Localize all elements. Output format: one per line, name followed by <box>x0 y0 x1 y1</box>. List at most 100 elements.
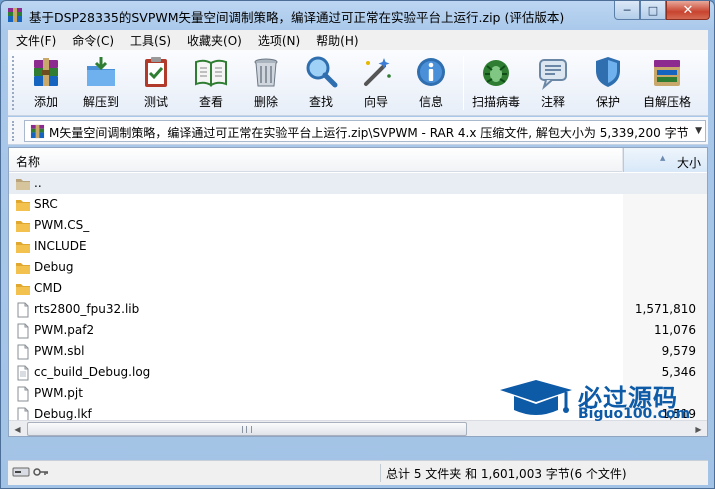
menu-tools[interactable]: 工具(S) <box>122 30 179 50</box>
toolbar: 添加 解压到 测试 查看 删除 查找 向导 信息 扫描病毒 注释 保护 自解压格 <box>8 50 708 116</box>
comment-label: 注释 <box>540 95 565 109</box>
drive-icon[interactable] <box>12 466 30 478</box>
info-label: 信息 <box>418 95 443 109</box>
status-summary: 总计 5 文件夹 和 1,601,003 字节(6 个文件) <box>386 467 627 481</box>
text-file-icon <box>17 365 29 381</box>
file-size: 9,579 <box>661 344 696 358</box>
table-row[interactable]: CMD <box>9 278 707 299</box>
watermark-logo: 必过源码 Biguo100.com <box>496 376 706 426</box>
file-name: cc_build_Debug.log <box>34 365 151 379</box>
table-row[interactable]: Debug <box>9 257 707 278</box>
window-title: 基于DSP28335的SVPWM矢量空间调制策略，编译通过可正常在实验平台上运行… <box>29 10 565 25</box>
file-icon <box>17 323 29 339</box>
table-row[interactable]: PWM.sbl 9,579 <box>9 341 707 362</box>
file-name: PWM.paf2 <box>34 323 95 337</box>
info-button[interactable]: 信息 <box>404 54 458 112</box>
column-name[interactable]: 名称 <box>9 148 623 172</box>
wizard-wand-icon <box>364 58 391 86</box>
delete-button[interactable]: 删除 <box>239 54 293 112</box>
comment-icon <box>539 59 567 90</box>
address-bar: M矢量空间调制策略，编译通过可正常在实验平台上运行.zip\SVPWM - RA… <box>8 117 708 145</box>
protect-label: 保护 <box>595 95 620 109</box>
archive-icon <box>30 124 45 139</box>
add-label: 添加 <box>33 95 58 109</box>
address-field[interactable]: M矢量空间调制策略，编译通过可正常在实验平台上运行.zip\SVPWM - RA… <box>24 120 706 142</box>
find-magnifier-icon <box>306 56 338 88</box>
winrar-app-icon <box>8 8 22 22</box>
status-bar: 总计 5 文件夹 和 1,601,003 字节(6 个文件) <box>8 460 708 485</box>
file-name: .. <box>34 176 42 190</box>
extract-button[interactable]: 解压到 <box>74 54 128 112</box>
folder-icon <box>16 263 30 274</box>
folder-icon <box>16 242 30 253</box>
file-name: SRC <box>34 197 58 211</box>
minimize-button[interactable]: ─ <box>614 1 640 20</box>
folder-icon <box>16 200 30 211</box>
key-icon[interactable] <box>33 466 49 478</box>
extract-folder-icon <box>87 57 115 86</box>
virus-scan-icon <box>483 60 509 86</box>
file-name: rts2800_fpu32.lib <box>34 302 140 316</box>
toolbar-separator <box>463 56 464 110</box>
find-button[interactable]: 查找 <box>294 54 348 112</box>
add-button[interactable]: 添加 <box>19 54 73 112</box>
protect-button[interactable]: 保护 <box>581 54 635 112</box>
watermark-text-en: Biguo100.com <box>578 406 691 422</box>
toolbar-grip[interactable] <box>12 56 15 110</box>
address-grip[interactable] <box>12 121 15 141</box>
table-row[interactable]: PWM.paf2 11,076 <box>9 320 707 341</box>
close-button[interactable]: ✕ <box>666 1 710 20</box>
table-row[interactable]: INCLUDE <box>9 236 707 257</box>
table-row[interactable]: SRC <box>9 194 707 215</box>
parent-folder-icon <box>16 179 30 190</box>
title-bar[interactable]: 基于DSP28335的SVPWM矢量空间调制策略，编译通过可正常在实验平台上运行… <box>1 1 714 30</box>
menu-help[interactable]: 帮助(H) <box>308 30 366 50</box>
comment-button[interactable]: 注释 <box>526 54 580 112</box>
column-size[interactable]: ▲ 大小 <box>623 148 707 172</box>
scrollbar-thumb[interactable] <box>27 422 467 436</box>
sfx-button[interactable]: 自解压格 <box>638 54 696 112</box>
test-clipboard-icon <box>145 57 167 87</box>
file-size: 1,571,810 <box>634 302 696 316</box>
table-row[interactable]: rts2800_fpu32.lib 1,571,810 <box>9 299 707 320</box>
menu-options[interactable]: 选项(N) <box>250 30 308 50</box>
info-icon <box>417 58 445 86</box>
scroll-left-icon[interactable]: ◀ <box>9 421 26 436</box>
file-name: PWM.CS_ <box>34 218 90 232</box>
column-name-label: 名称 <box>16 155 41 169</box>
menu-favorites[interactable]: 收藏夹(O) <box>179 30 250 50</box>
winrar-window: 基于DSP28335的SVPWM矢量空间调制策略，编译通过可正常在实验平台上运行… <box>0 0 715 489</box>
wizard-button[interactable]: 向导 <box>349 54 403 112</box>
window-controls: ─ □ ✕ <box>614 1 710 21</box>
maximize-button[interactable]: □ <box>640 1 666 20</box>
scan-virus-button[interactable]: 扫描病毒 <box>469 54 523 112</box>
view-label: 查看 <box>198 95 223 109</box>
menu-bar: 文件(F) 命令(C) 工具(S) 收藏夹(O) 选项(N) 帮助(H) <box>8 30 708 50</box>
view-book-icon <box>195 59 227 87</box>
file-icon <box>17 386 29 402</box>
address-path: M矢量空间调制策略，编译通过可正常在实验平台上运行.zip\SVPWM - RA… <box>49 126 689 140</box>
column-header: 名称 ▲ 大小 <box>9 148 707 172</box>
test-button[interactable]: 测试 <box>129 54 183 112</box>
file-name: INCLUDE <box>34 239 87 253</box>
file-name: PWM.pjt <box>34 386 83 400</box>
folder-icon <box>16 284 30 295</box>
sfx-label: 自解压格 <box>642 95 691 109</box>
file-name: Debug.lkf <box>34 407 92 421</box>
scan-virus-label: 扫描病毒 <box>471 95 520 109</box>
delete-trash-icon <box>254 58 278 87</box>
column-size-label: 大小 <box>676 156 701 170</box>
folder-icon <box>16 221 30 232</box>
file-icon <box>17 344 29 360</box>
menu-file[interactable]: 文件(F) <box>8 30 64 50</box>
view-button[interactable]: 查看 <box>184 54 238 112</box>
table-row[interactable]: .. <box>9 173 707 194</box>
wizard-label: 向导 <box>363 95 388 109</box>
file-icon <box>17 302 29 318</box>
file-size: 11,076 <box>654 323 696 337</box>
menu-commands[interactable]: 命令(C) <box>64 30 122 50</box>
table-row[interactable]: PWM.CS_ <box>9 215 707 236</box>
test-label: 测试 <box>143 95 168 109</box>
file-name: Debug <box>34 260 74 274</box>
chevron-down-icon[interactable]: ▼ <box>695 126 702 136</box>
